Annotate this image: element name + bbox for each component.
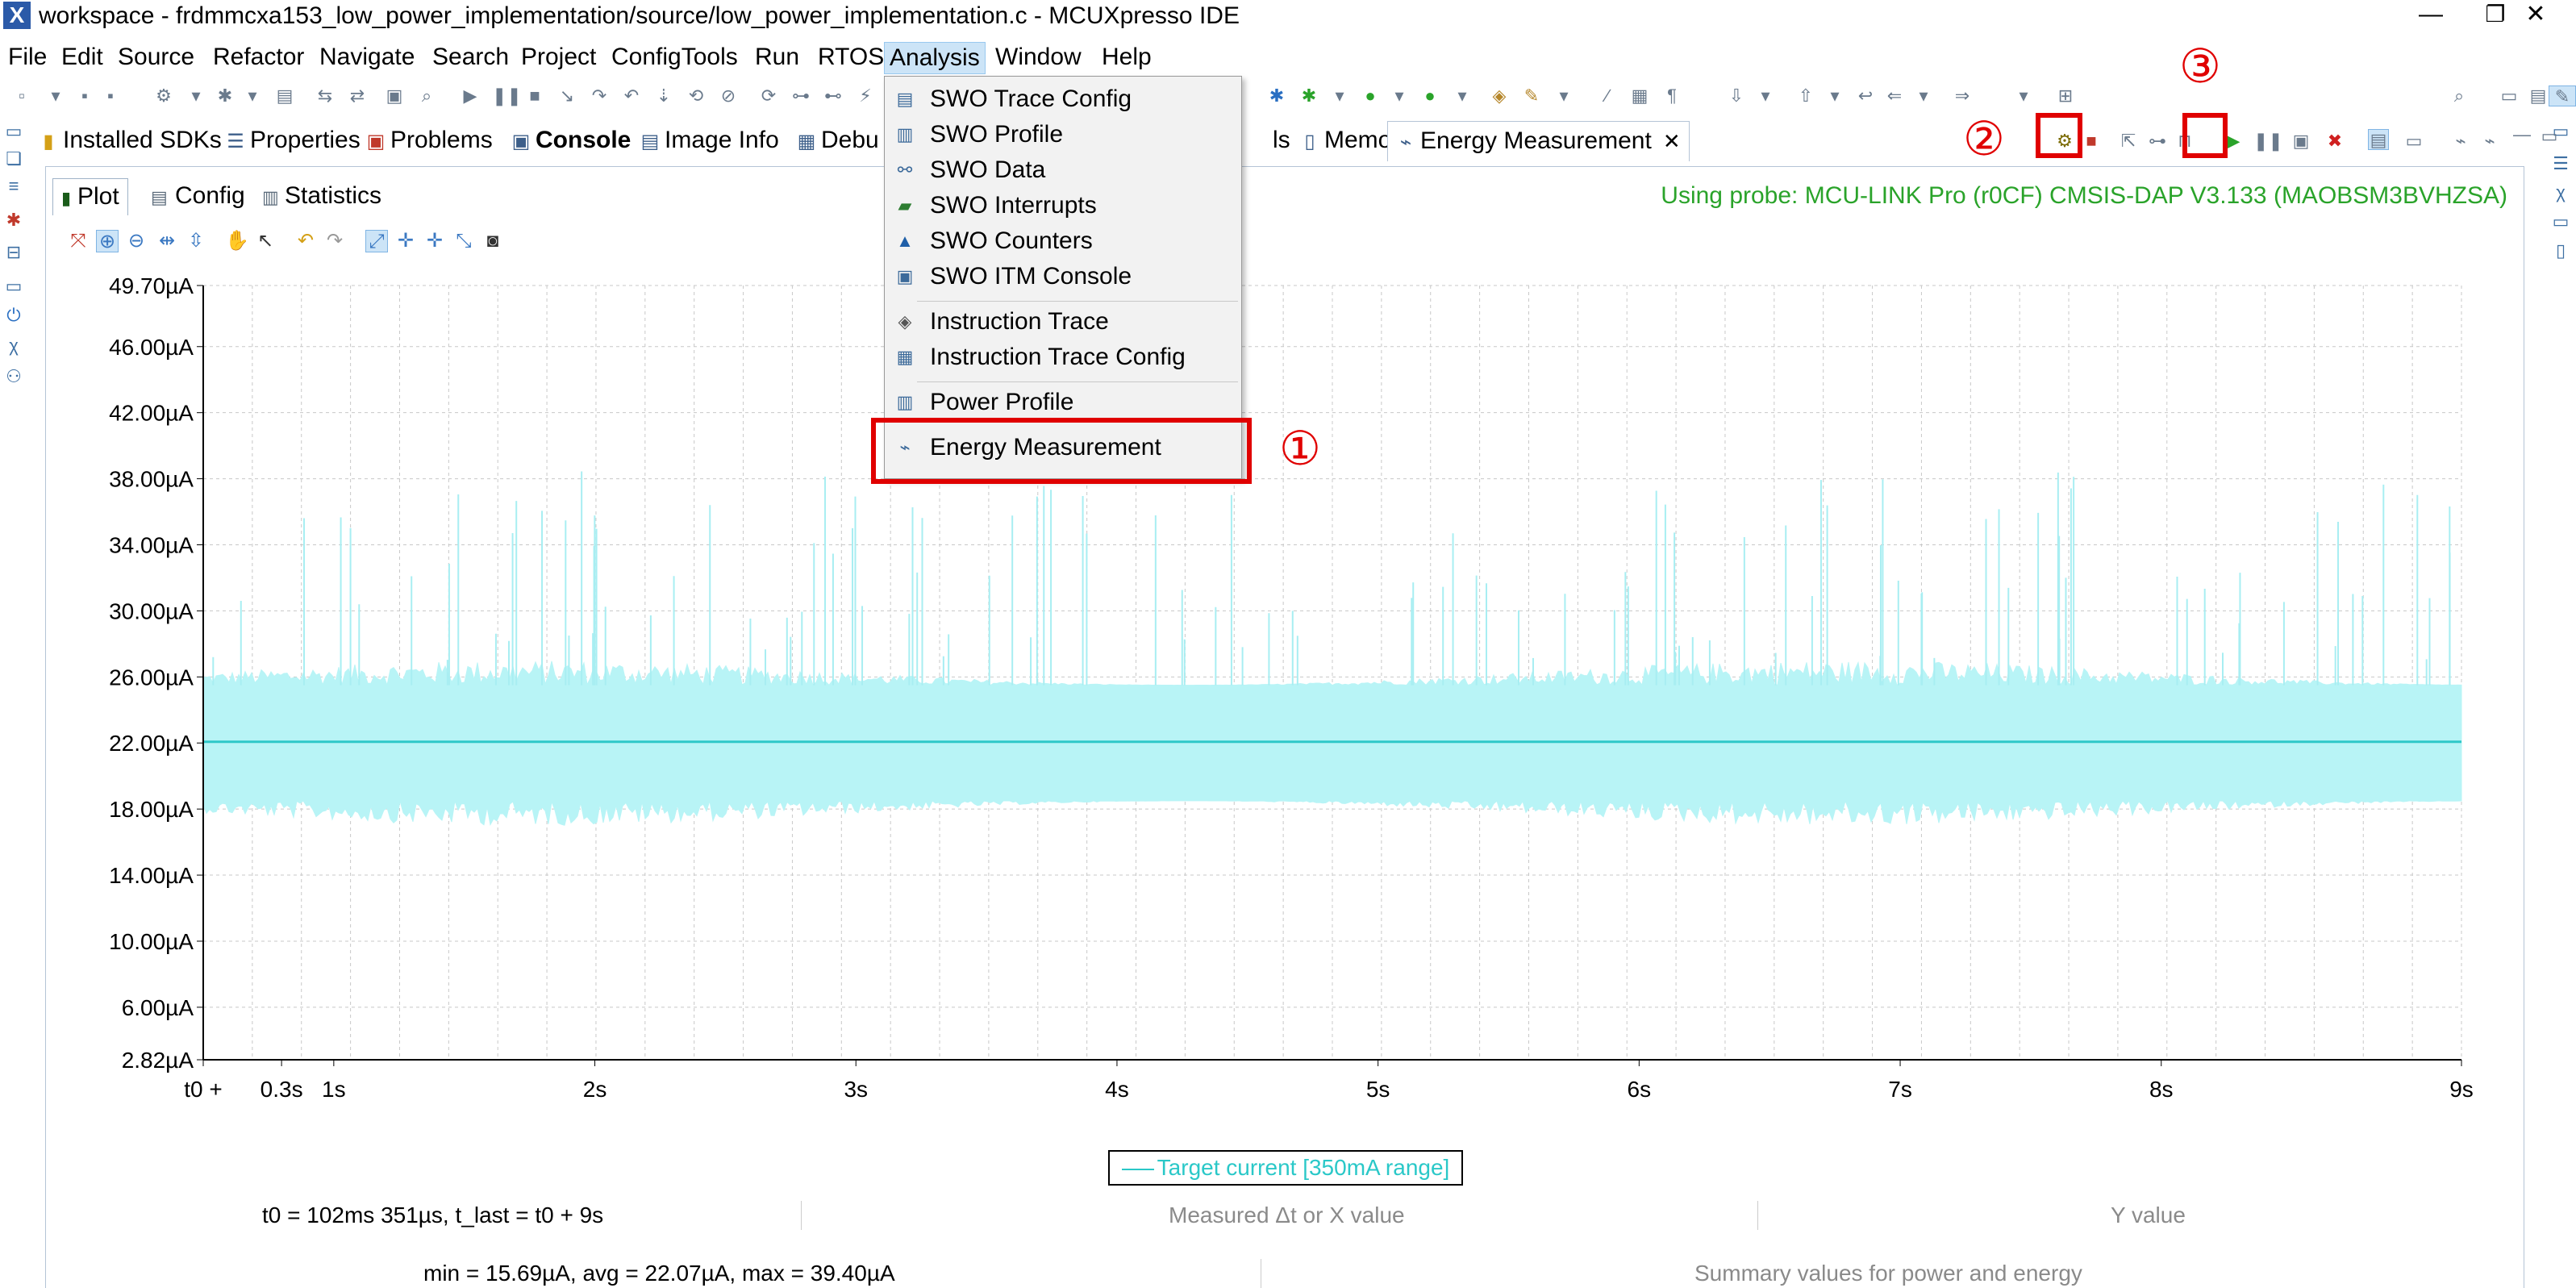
menu-item-swo-data[interactable]: ⚯ SWO Data	[885, 152, 1241, 188]
menu-item-instruction-trace-config[interactable]: ▦ Instruction Trace Config	[885, 340, 1241, 375]
menu-item-power-profile[interactable]: ▥ Power Profile	[885, 385, 1241, 420]
x-tick-label: 7s	[1888, 1077, 1912, 1102]
y-tick-label: 49.70µA	[109, 273, 194, 298]
menu-item-instruction-trace[interactable]: ◈ Instruction Trace	[885, 304, 1241, 340]
y-tick-label: 38.00µA	[109, 467, 194, 492]
y-tick-label: 6.00µA	[122, 995, 194, 1020]
x-tick-label: 3s	[844, 1077, 868, 1102]
step-3-marker: ③	[2179, 39, 2221, 94]
y-tick-label: 30.00µA	[109, 598, 194, 623]
menu-item-swo-itm-console[interactable]: ▣ SWO ITM Console	[885, 259, 1241, 294]
x-tick-label: 0.3s	[261, 1077, 303, 1102]
y-tick-label: 2.82µA	[122, 1048, 194, 1073]
swo-itm-console-icon: ▣	[896, 266, 914, 286]
y-tick-label: 34.00µA	[109, 533, 194, 558]
x-tick-label: 5s	[1366, 1077, 1390, 1102]
instruction-trace-icon: ◈	[898, 311, 912, 331]
highlight-configure-probe	[2036, 113, 2082, 158]
highlight-energy-measurement	[871, 418, 1252, 484]
chart-legend: Target current [350mA range]	[1108, 1150, 1463, 1186]
y-tick-label: 18.00µA	[109, 797, 194, 822]
legend-swatch	[1121, 1168, 1154, 1170]
y-tick-label: 46.00µA	[109, 335, 194, 360]
x-tick-label: 6s	[1628, 1077, 1652, 1102]
menu-separator	[917, 381, 1238, 382]
step-1-marker: ①	[1279, 421, 1321, 476]
y-tick-label: 10.00µA	[109, 929, 194, 954]
legend-label: Target current [350mA range]	[1157, 1155, 1450, 1180]
menu-item-swo-interrupts[interactable]: ▰ SWO Interrupts	[885, 188, 1241, 223]
highlight-start-recording	[2182, 113, 2228, 158]
swo-trace-config-icon: ▤	[896, 89, 914, 109]
swo-interrupts-icon: ▰	[898, 195, 912, 215]
power-profile-icon: ▥	[896, 392, 914, 412]
menu-separator	[917, 301, 1238, 302]
swo-data-icon: ⚯	[897, 160, 913, 180]
x-tick-label: 9s	[2449, 1077, 2474, 1102]
x-tick-label: 8s	[2149, 1077, 2174, 1102]
swo-counters-icon: ▲	[896, 231, 914, 251]
menu-item-swo-trace-config[interactable]: ▤ SWO Trace Config	[885, 81, 1241, 117]
swo-profile-icon: ▥	[896, 124, 914, 144]
current-noise-band	[202, 661, 2462, 826]
x-tick-label: 1s	[322, 1077, 346, 1102]
current-plot[interactable]: 49.70µA 46.00µA 42.00µA 38.00µA 34.00µA 30.00…	[0, 0, 2576, 1288]
x-tick-label: 4s	[1105, 1077, 1129, 1102]
instruction-trace-config-icon: ▦	[896, 347, 914, 367]
y-tick-label: 26.00µA	[109, 665, 194, 690]
menu-item-swo-profile[interactable]: ▥ SWO Profile	[885, 117, 1241, 152]
step-2-marker: ②	[1963, 111, 2005, 166]
x-tick-label: 2s	[583, 1077, 607, 1102]
y-tick-label: 22.00µA	[109, 731, 194, 756]
x-tick-label: t0 +	[184, 1077, 222, 1102]
menu-item-swo-counters[interactable]: ▲ SWO Counters	[885, 223, 1241, 259]
y-tick-label: 14.00µA	[109, 863, 194, 888]
y-tick-label: 42.00µA	[109, 401, 194, 426]
